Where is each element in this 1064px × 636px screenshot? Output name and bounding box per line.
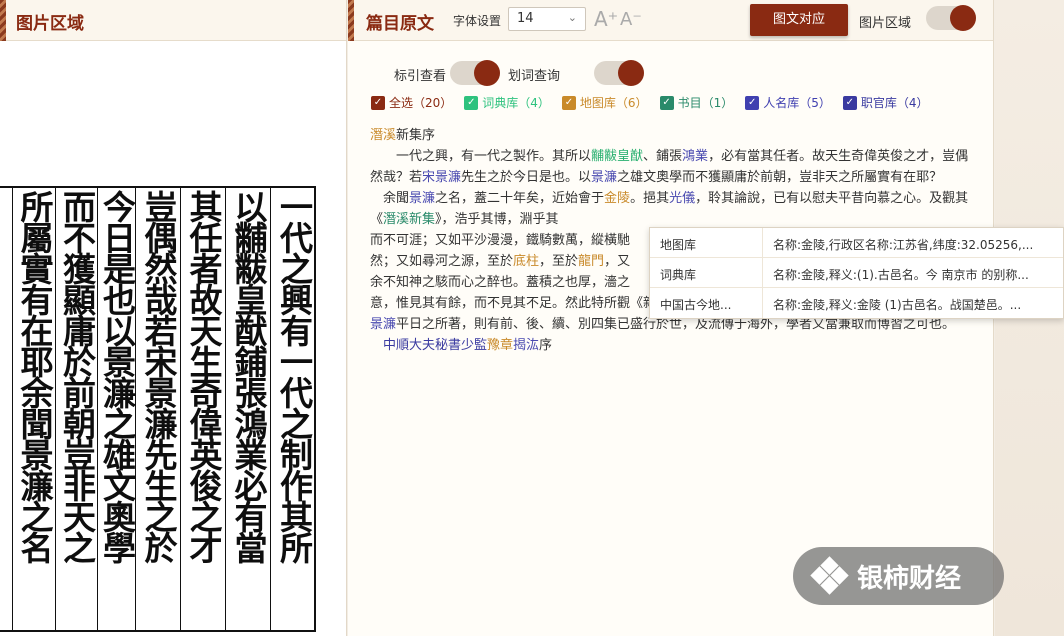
tagged-office[interactable]: 中順大夫秘書少監: [370, 338, 487, 353]
image-area-toggle-label: 图片区域: [859, 16, 912, 31]
font-increase-icon[interactable]: A⁺: [594, 7, 618, 31]
tooltip-source: 词典库: [650, 258, 763, 287]
text-run: 先生之於今日是也。以: [461, 170, 592, 185]
huaci-toggle[interactable]: [594, 60, 644, 86]
text-run: ，至於: [539, 254, 579, 269]
filter-map[interactable]: ✓ 地图库（6）: [561, 94, 648, 111]
filter-label: 书目（1）: [677, 96, 734, 110]
filter-dictionary[interactable]: ✓ 词典库（4）: [464, 94, 550, 111]
text-run: 一代之興，有一代之製作。其所以: [370, 149, 592, 164]
tagged-person[interactable]: 景濂: [409, 191, 435, 206]
scan-column: 一代之興有一代之制作其所: [270, 188, 314, 630]
checkbox-icon[interactable]: ✓: [561, 95, 576, 110]
chevron-down-icon: ⌄: [567, 11, 577, 24]
scan-column: 豈偶然哉若宋景濂先生之於: [135, 188, 180, 630]
filter-label: 地图库（6）: [579, 96, 648, 110]
tagged-person[interactable]: 揭汯: [513, 338, 539, 353]
biaoyin-toggle[interactable]: [450, 60, 500, 86]
tooltip-row[interactable]: 地图库 名称:金陵,行政区名称:江苏省,纬度:32.05256,...: [650, 228, 1063, 258]
header-accent: [348, 0, 354, 41]
font-size-label: 字体设置: [453, 14, 502, 28]
paragraph: 余聞景濂之名，蓋二十年矣，近始會于金陵。挹其光儀，聆其論說，已有以慰夫平昔向慕之…: [370, 188, 970, 230]
toggle-knob: [618, 60, 644, 86]
font-size-value: 14: [517, 11, 534, 26]
scan-column: 其任者故天生奇偉英俊之才: [180, 188, 225, 630]
book-scan-image: 一代之興有一代之制作其所 以黼黻皇猷鋪張鴻業必有當 其任者故天生奇偉英俊之才 豈…: [0, 186, 316, 632]
text-run: 之雄文奧學而不獲顯庸於前朝，豈非天之所屬實有在耶？: [617, 170, 943, 185]
watermark-text: 银柿财经: [857, 563, 962, 594]
tagged-place[interactable]: 龍門: [578, 254, 604, 269]
tagged-place[interactable]: 底柱: [513, 254, 539, 269]
tagged-person[interactable]: 景濂: [591, 170, 617, 185]
toggle-knob: [950, 5, 976, 31]
tagged-place[interactable]: 豫章: [487, 338, 513, 353]
filter-person[interactable]: ✓ 人名库（5）: [745, 94, 831, 111]
font-size-select[interactable]: 14 ⌄: [508, 7, 586, 31]
checkbox-icon[interactable]: ✓: [842, 95, 857, 110]
image-text-align-button[interactable]: 图文对应: [750, 4, 848, 36]
scan-column: 所屬實有在耶余聞景濂之名: [12, 188, 55, 630]
filter-office[interactable]: ✓ 职官库（4）: [842, 94, 929, 111]
text-run: 余聞: [370, 191, 410, 206]
signature: 中順大夫秘書少監豫章揭汯序: [370, 335, 970, 356]
text-run: 新集序: [396, 128, 436, 143]
tooltip-value: 名称:金陵,释义:(1).古邑名。今 南京市 的别称...: [773, 268, 1029, 282]
text-run: 序: [539, 338, 553, 353]
checkbox-icon[interactable]: ✓: [371, 95, 385, 110]
huaci-label: 划词查询: [508, 69, 561, 84]
header-accent: [0, 0, 6, 41]
filter-all[interactable]: ✓ 全选（20）: [371, 94, 452, 111]
text-run: 》，浩乎其博，淵乎其: [435, 212, 559, 227]
image-panel-title: 图片区域: [16, 14, 84, 34]
scan-column: 今日是也以景濂之雄文奧學: [97, 188, 137, 630]
tagged-person[interactable]: 宋景濂: [422, 170, 461, 185]
text-panel-title: 篇目原文: [366, 14, 434, 34]
text-panel-header: 篇目原文 字体设置 14 ⌄ A⁺ A⁻ 图文对应 图片区域: [348, 0, 993, 41]
lookup-tooltip: 地图库 名称:金陵,行政区名称:江苏省,纬度:32.05256,... 词典库 …: [649, 227, 1064, 319]
text-run: 然；又如尋河之源，至於: [370, 254, 514, 269]
checkbox-icon[interactable]: ✓: [745, 95, 760, 110]
checkbox-icon[interactable]: ✓: [659, 95, 674, 110]
filter-label: 人名库（5）: [763, 96, 831, 110]
paragraph: 一代之興，有一代之製作。其所以黼黻皇猷、鋪張鴻業，必有當其任者。故天生奇偉英俊之…: [370, 146, 970, 188]
tagged-place[interactable]: 潛溪: [370, 128, 396, 143]
tooltip-row[interactable]: 词典库 名称:金陵,释义:(1).古邑名。今 南京市 的别称...: [650, 258, 1063, 288]
filter-label: 职官库（4）: [860, 96, 929, 110]
text-run: 、鋪張: [643, 149, 683, 164]
tooltip-value: 名称:金陵,释义:金陵 (1)古邑名。战国楚邑。...: [773, 298, 1022, 312]
tooltip-value: 名称:金陵,行政区名称:江苏省,纬度:32.05256,...: [773, 238, 1034, 252]
filter-label: 全选（20）: [389, 96, 453, 110]
tagged-word[interactable]: 黼黻皇猷: [591, 149, 643, 164]
scan-column: 而不獲顯庸於前朝豈非天之: [55, 188, 97, 630]
tooltip-source: 地图库: [650, 228, 763, 257]
image-area-toggle[interactable]: [926, 5, 976, 31]
image-panel: 图片区域 一代之興有一代之制作其所 以黼黻皇猷鋪張鴻業必有當 其任者故天生奇偉英…: [0, 0, 347, 636]
filter-bibliography[interactable]: ✓ 书目（1）: [659, 94, 734, 111]
text-run: 。挹其: [630, 191, 670, 206]
filter-checkbox-group: ✓ 全选（20） ✓ 词典库（4） ✓ 地图库（6） ✓ 书目（1） ✓ 人名库…: [371, 94, 928, 111]
tagged-person[interactable]: 光儀: [669, 191, 695, 206]
scan-column: 以黼黻皇猷鋪張鴻業必有當: [225, 188, 270, 630]
text-run: ，又: [604, 254, 631, 269]
checkbox-icon[interactable]: ✓: [464, 95, 479, 110]
toggle-knob: [474, 60, 500, 86]
font-decrease-icon[interactable]: A⁻: [620, 9, 642, 30]
tagged-place[interactable]: 金陵: [604, 191, 630, 206]
image-panel-header: 图片区域: [0, 0, 346, 41]
tooltip-row[interactable]: 中国古今地... 名称:金陵,释义:金陵 (1)古邑名。战国楚邑。...: [650, 288, 1063, 318]
tagged-book[interactable]: 潛溪新集: [383, 212, 435, 227]
biaoyin-label: 标引查看: [394, 69, 447, 84]
text-run: 平日之所著，則有前、後、續、別四集已盛行於世，及流傳于海外，學者又當兼取而博習之…: [396, 317, 956, 332]
article-title: 潛溪新集序: [370, 125, 970, 146]
watermark: 银柿财经: [793, 547, 1004, 605]
filter-label: 词典库（4）: [482, 96, 550, 110]
logo-icon: [810, 556, 849, 595]
tooltip-source: 中国古今地...: [650, 288, 763, 318]
tagged-person[interactable]: 景濂: [370, 317, 396, 332]
tagged-word[interactable]: 鴻業: [682, 149, 708, 164]
text-run: 之名，蓋二十年矣，近始會于: [435, 191, 605, 206]
